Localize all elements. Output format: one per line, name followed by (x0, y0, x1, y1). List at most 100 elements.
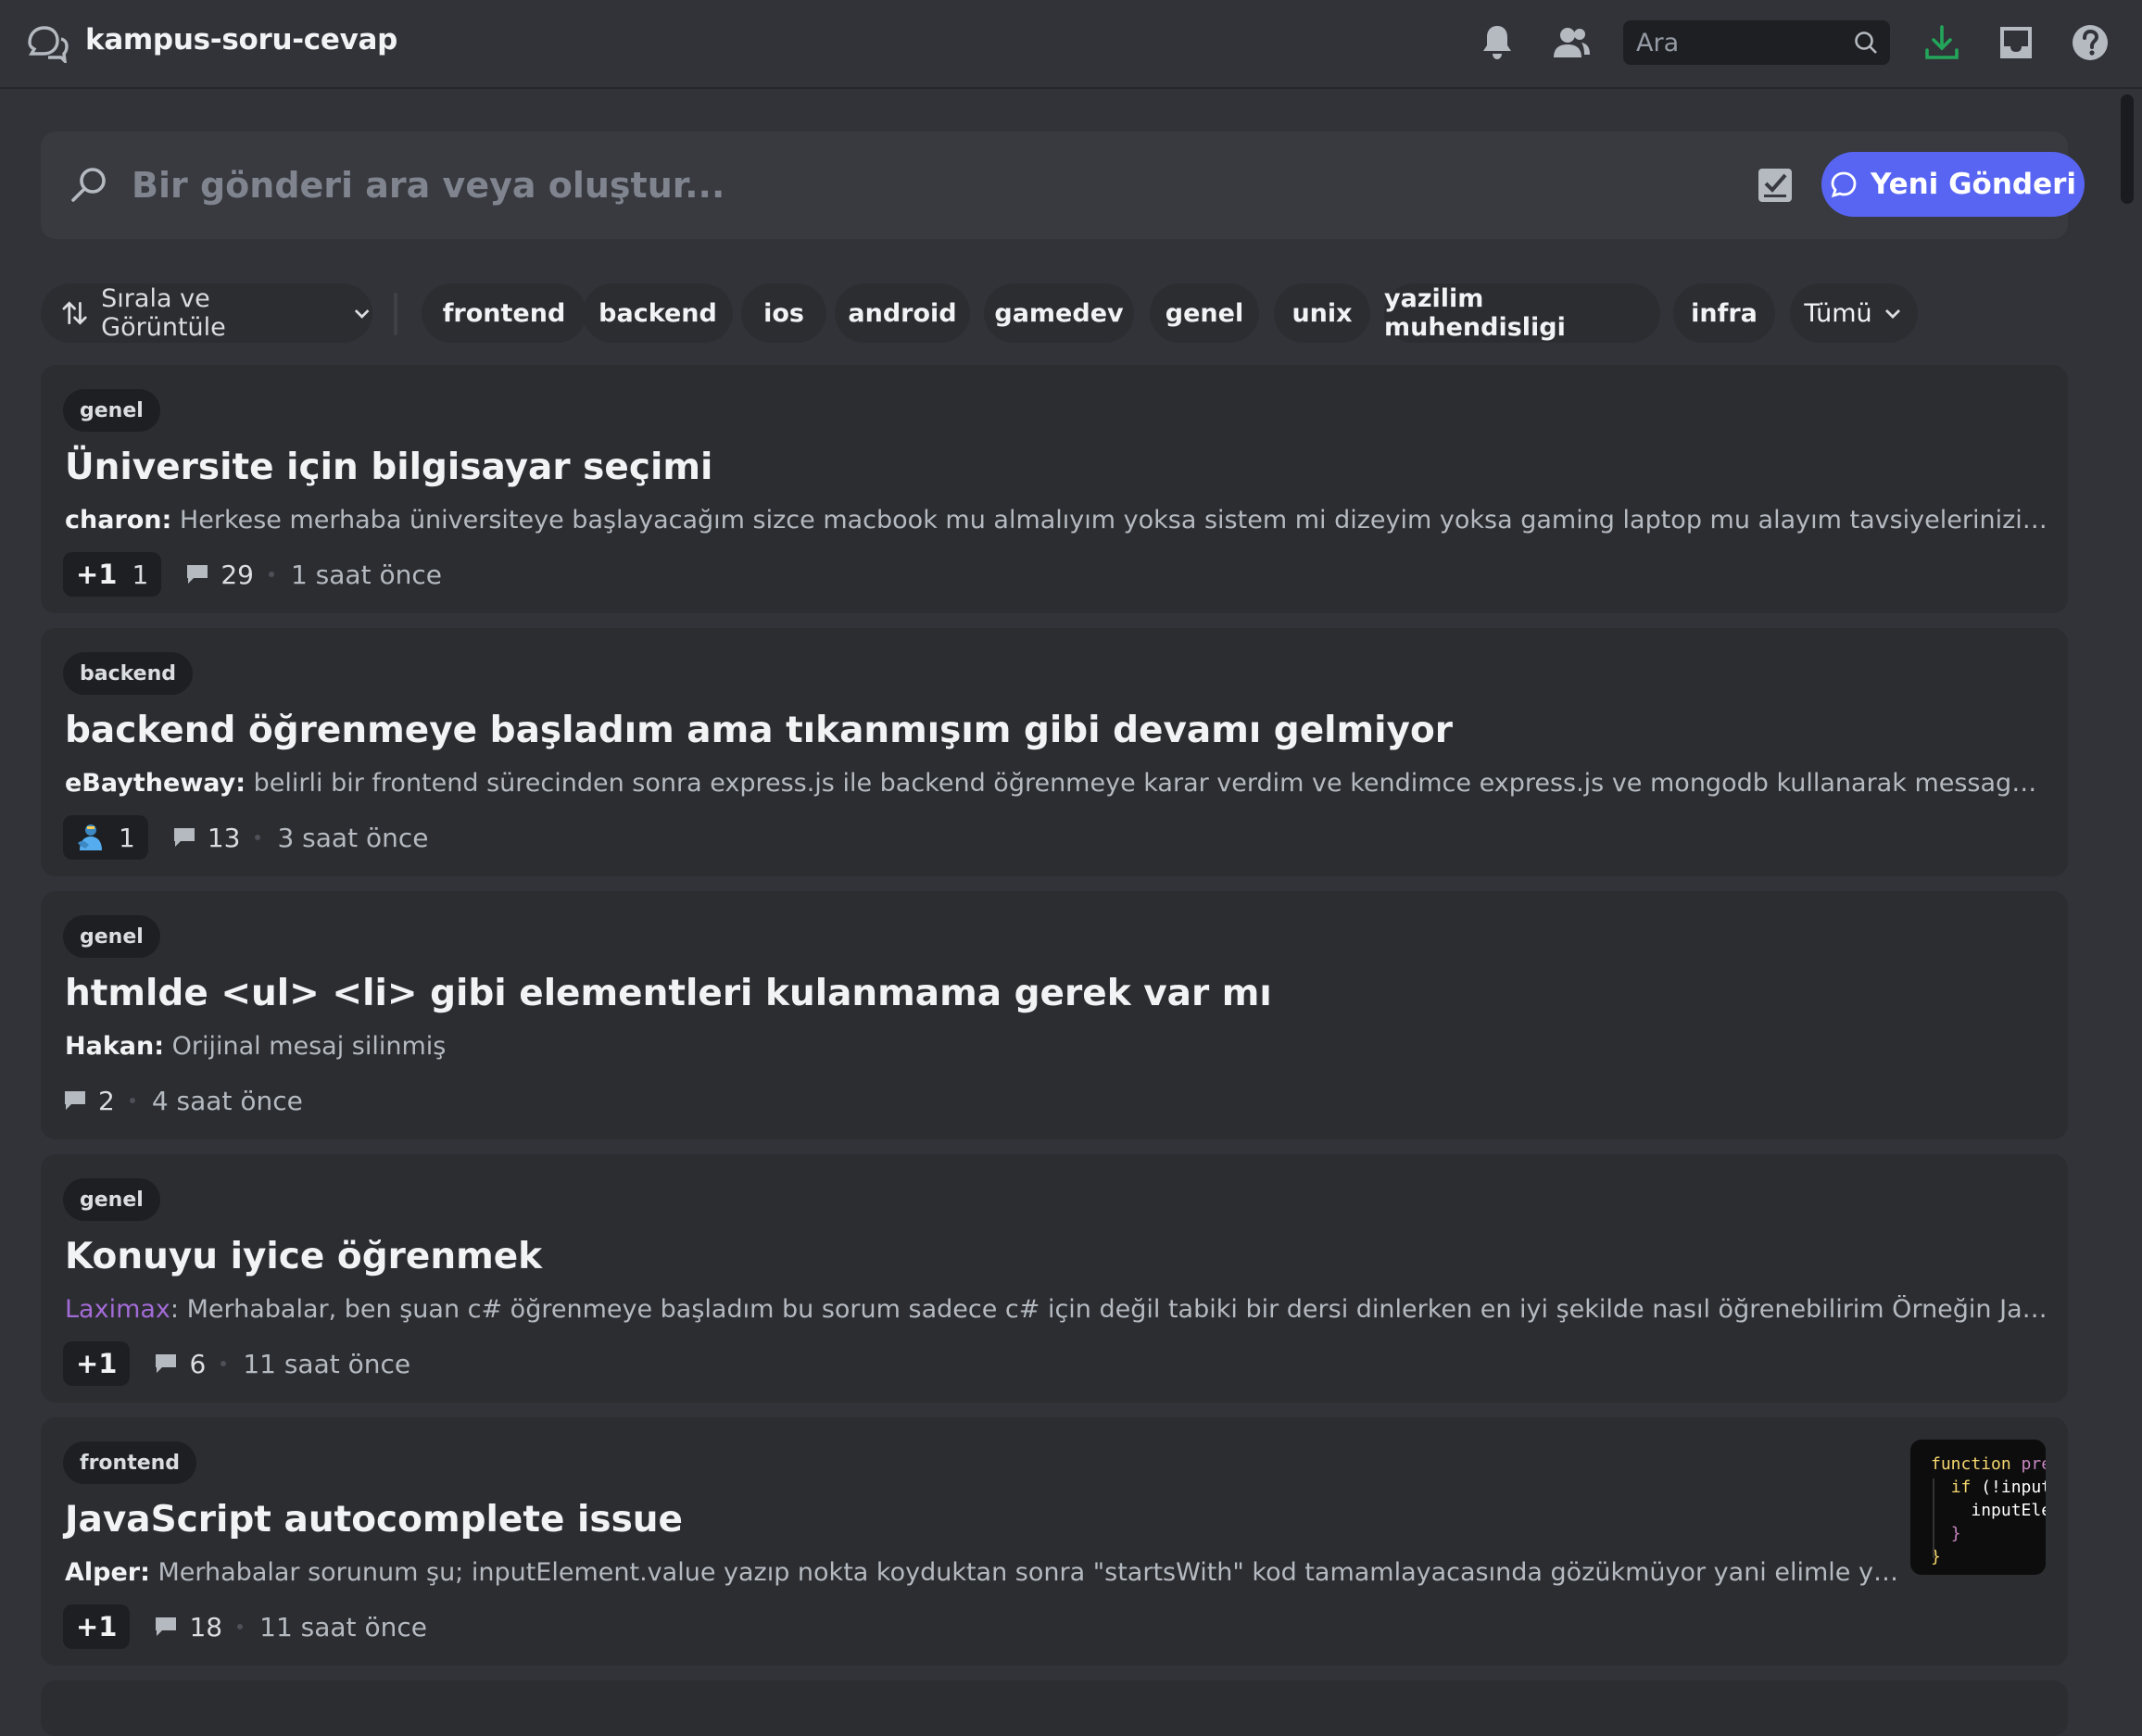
magnifier-icon (67, 163, 111, 208)
post-snippet-text: Merhabalar sorunum şu; inputElement.valu… (158, 1558, 1899, 1587)
post-snippet: Hakan: Orijinal mesaj silinmiş (65, 1032, 2048, 1061)
reaction-button[interactable]: +1 (63, 1341, 131, 1386)
chat-bubble-icon (1831, 171, 1857, 198)
plus-one-reaction: +1 (76, 1611, 118, 1642)
post-card[interactable]: frontend JavaScript autocomplete issue A… (41, 1417, 2068, 1666)
post-time: 11 saat önce (259, 1611, 427, 1642)
post-author[interactable]: Alper: (65, 1558, 150, 1587)
post-meta: +1 18 11 saat önce (63, 1604, 427, 1649)
post-title[interactable]: Üniversite için bilgisayar seçimi (65, 447, 712, 488)
post-title[interactable]: Konuyu iyice öğrenmek (65, 1236, 542, 1277)
post-snippet: charon: Herkese merhaba üniversiteye baş… (65, 506, 2048, 535)
all-tags-dropdown[interactable]: Tümü (1790, 283, 1918, 343)
code-thumbnail[interactable]: function pre if (!input inputEle } } (1910, 1440, 2046, 1575)
tag-filter-ios[interactable]: ios (741, 283, 826, 343)
tag-filter-yazilim-muhendisligi[interactable]: yazilim muhendisligi (1384, 283, 1660, 343)
reaction-button[interactable]: +1 (63, 1604, 131, 1649)
post-card[interactable]: genel Üniversite için bilgisayar seçimi … (41, 365, 2068, 613)
post-card[interactable]: genel Konuyu iyice öğrenmek Laximax: Mer… (41, 1154, 2068, 1403)
post-meta: 1 13 3 saat önce (63, 815, 428, 860)
reaction-count: 1 (119, 822, 135, 853)
tag-filter-unix[interactable]: unix (1274, 283, 1370, 343)
message-count: 13 (172, 822, 241, 853)
tag-filter-backend[interactable]: backend (583, 283, 733, 343)
search-icon (1853, 30, 1879, 56)
tag-filter-frontend[interactable]: frontend (422, 283, 586, 343)
post-title[interactable]: backend öğrenmeye başladım ama tıkanmışı… (65, 710, 1453, 751)
tag-filter-gamedev[interactable]: gamedev (984, 283, 1134, 343)
tag-filter-genel[interactable]: genel (1150, 283, 1259, 343)
separator-dot (268, 572, 274, 577)
message-icon (187, 565, 208, 584)
post-author[interactable]: charon: (65, 506, 171, 535)
message-count-value: 6 (189, 1348, 207, 1379)
message-count: 29 (185, 560, 254, 590)
new-post-label: Yeni Gönderi (1870, 168, 2077, 201)
new-post-button[interactable]: Yeni Gönderi (1821, 152, 2085, 217)
message-count-value: 13 (207, 822, 241, 853)
members-icon[interactable] (1551, 22, 1592, 63)
message-count: 18 (154, 1612, 222, 1642)
message-count: 2 (63, 1086, 115, 1116)
message-icon (173, 828, 195, 847)
bell-icon[interactable] (1477, 22, 1518, 63)
post-time: 3 saat önce (277, 822, 429, 853)
plus-one-reaction: +1 (76, 1348, 118, 1379)
reaction-button[interactable]: 1 (63, 815, 148, 860)
post-tag[interactable]: genel (63, 389, 160, 432)
message-count-value: 2 (98, 1085, 115, 1116)
tag-filter-android[interactable]: android (835, 283, 970, 343)
checklist-icon[interactable] (1755, 165, 1796, 206)
post-title[interactable]: htmlde <ul> <li> gibi elementleri kulanm… (65, 973, 1272, 1014)
post-tag[interactable]: frontend (63, 1441, 197, 1484)
post-card[interactable] (41, 1680, 2068, 1736)
post-time: 11 saat önce (243, 1348, 411, 1379)
post-snippet-text: : Merhabalar, ben şuan c# öğrenmeye başl… (170, 1295, 2048, 1324)
post-meta: 2 4 saat önce (63, 1078, 303, 1123)
inbox-icon[interactable] (1996, 22, 2036, 63)
channel-name: kampus-soru-cevap (85, 23, 398, 57)
post-title[interactable]: JavaScript autocomplete issue (65, 1499, 683, 1541)
post-snippet: eBaytheway: belirli bir frontend sürecin… (65, 769, 2048, 798)
search-input[interactable]: Ara (1623, 20, 1890, 65)
post-snippet-text: Orijinal mesaj silinmiş (164, 1032, 447, 1061)
tag-filter-infra[interactable]: infra (1673, 283, 1775, 343)
post-card[interactable]: backend backend öğrenmeye başladım ama t… (41, 628, 2068, 876)
post-card[interactable]: genel htmlde <ul> <li> gibi elementleri … (41, 891, 2068, 1139)
message-count-value: 29 (220, 559, 254, 590)
post-tag[interactable]: genel (63, 1178, 160, 1221)
post-snippet-text: Herkese merhaba üniversiteye başlayacağı… (171, 506, 2048, 535)
post-search-bar[interactable]: Bir gönderi ara veya oluştur... Yeni Gön… (41, 132, 2085, 239)
chevron-down-icon (354, 309, 370, 319)
post-author[interactable]: Hakan: (65, 1032, 164, 1061)
post-search-input[interactable]: Bir gönderi ara veya oluştur... (132, 165, 724, 206)
post-tag[interactable]: backend (63, 652, 194, 695)
reaction-count: 1 (132, 559, 149, 590)
post-time: 1 saat önce (290, 559, 442, 590)
help-icon[interactable] (2070, 22, 2110, 63)
post-tag[interactable]: genel (63, 915, 160, 958)
all-tags-label: Tümü (1804, 298, 1872, 328)
post-time: 4 saat önce (151, 1085, 303, 1116)
separator-dot (129, 1098, 135, 1103)
message-count: 6 (154, 1349, 206, 1379)
reaction-button[interactable]: +1 1 (63, 552, 162, 597)
message-icon (65, 1091, 85, 1110)
chevron-down-icon (1884, 309, 1900, 319)
plus-one-reaction: +1 (76, 559, 118, 590)
post-author[interactable]: eBaytheway: (65, 769, 246, 798)
forum-bubbles-icon (26, 24, 69, 66)
separator-dot (255, 835, 261, 840)
scrollbar-thumb[interactable] (2121, 94, 2134, 204)
post-meta: +1 6 11 saat önce (63, 1341, 410, 1386)
search-placeholder: Ara (1636, 29, 1680, 57)
download-icon[interactable] (1922, 22, 1962, 63)
separator-dot (220, 1361, 227, 1366)
post-meta: +1 1 29 1 saat önce (63, 552, 442, 597)
post-author[interactable]: Laximax (65, 1295, 170, 1324)
message-icon (156, 1354, 177, 1373)
post-snippet-text: belirli bir frontend sürecinden sonra ex… (253, 769, 2048, 798)
sort-and-view-button[interactable]: Sırala ve Görüntüle (41, 283, 372, 343)
scrollbar-track[interactable] (2118, 93, 2135, 1701)
person-hugging-emoji-icon (78, 824, 102, 850)
